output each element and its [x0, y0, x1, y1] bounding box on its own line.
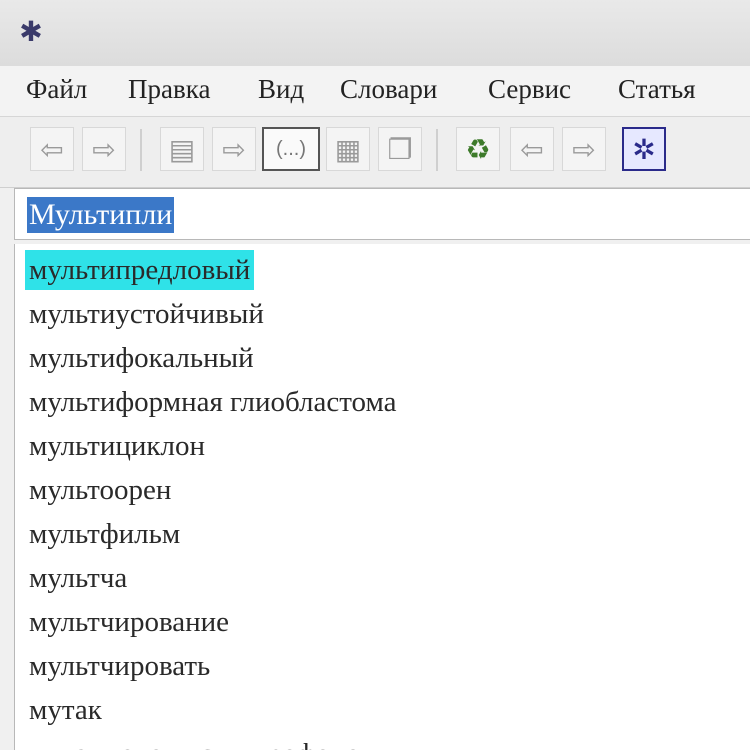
- list-item[interactable]: мультиформная глиобластома: [25, 382, 400, 422]
- list-item[interactable]: мультифокальный: [25, 338, 258, 378]
- menu-dictionaries[interactable]: Словари: [340, 74, 437, 105]
- menu-article[interactable]: Статья: [618, 74, 696, 105]
- recycle-icon[interactable]: ♻: [456, 127, 500, 171]
- list-item[interactable]: мультчировать: [25, 646, 214, 686]
- back-arrow-icon[interactable]: ⇦: [30, 127, 74, 171]
- list-item[interactable]: мультча: [25, 558, 131, 598]
- text-frame-icon[interactable]: (...): [262, 127, 320, 171]
- next-arrow-icon[interactable]: ⇨: [562, 127, 606, 171]
- menu-service[interactable]: Сервис: [488, 74, 571, 105]
- prev-arrow-icon[interactable]: ⇦: [510, 127, 554, 171]
- toolbar: ⇦ ⇨ ▤ ⇨ (...) ▦ ❐ ♻ ⇦ ⇨ ✲: [0, 117, 750, 188]
- title-bar: ✱: [0, 0, 750, 67]
- list-item[interactable]: мутак: [25, 690, 106, 730]
- toolbar-separator: [436, 129, 438, 171]
- list-item[interactable]: мультоорен: [25, 470, 175, 510]
- forward-arrow-icon[interactable]: ⇨: [82, 127, 126, 171]
- list-item[interactable]: мультчирование: [25, 602, 233, 642]
- menu-file[interactable]: Файл: [26, 74, 87, 105]
- menu-view[interactable]: Вид: [258, 74, 304, 105]
- list-item[interactable]: мультипредловый: [25, 250, 255, 290]
- list-item[interactable]: мультициклон: [25, 426, 209, 466]
- list-item[interactable]: мультиустойчивый: [25, 294, 268, 334]
- search-box[interactable]: Мультипли: [14, 188, 750, 240]
- search-input[interactable]: Мультипли: [27, 197, 175, 233]
- toolbar-separator: [140, 129, 142, 171]
- document-icon[interactable]: ▦: [326, 127, 370, 171]
- list-item[interactable]: мутак голови с микрофоном: [25, 734, 382, 750]
- menu-edit[interactable]: Правка: [128, 74, 210, 105]
- word-list[interactable]: мультипредловый мультиустойчивый мультиф…: [14, 244, 750, 750]
- print-icon[interactable]: ▤: [160, 127, 204, 171]
- copy-icon[interactable]: ❐: [378, 127, 422, 171]
- menu-bar: Файл Правка Вид Словари Сервис Статья: [0, 66, 750, 117]
- dictionary-app-icon[interactable]: ✱: [14, 14, 48, 48]
- arrow-icon[interactable]: ⇨: [212, 127, 256, 171]
- list-item[interactable]: мультфильм: [25, 514, 184, 554]
- settings-icon[interactable]: ✲: [622, 127, 666, 171]
